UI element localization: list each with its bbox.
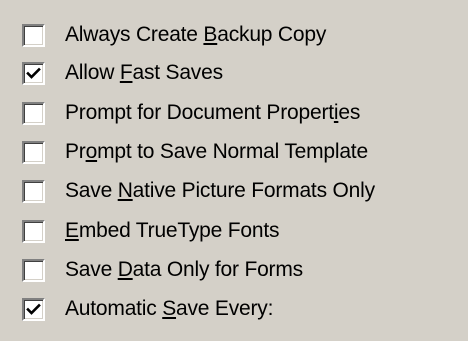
save-native-picture-formats-only-option[interactable]: Save Native Picture Formats Only — [22, 176, 375, 206]
automatic-save-every-option[interactable]: Automatic Save Every: — [22, 294, 273, 324]
save-native-picture-formats-only-checkbox[interactable] — [22, 179, 45, 203]
automatic-save-every-checkbox[interactable] — [22, 297, 45, 321]
prompt-to-save-normal-template-checkbox[interactable] — [22, 140, 45, 164]
save-options-panel: Always Create Backup Copy Allow Fast Sav… — [0, 0, 468, 341]
always-create-backup-copy-label: Always Create Backup Copy — [65, 23, 327, 46]
save-data-only-for-forms-option[interactable]: Save Data Only for Forms — [22, 255, 303, 285]
prompt-to-save-normal-template-option[interactable]: Prompt to Save Normal Template — [22, 137, 368, 167]
checkmark-icon — [26, 303, 41, 315]
prompt-to-save-normal-template-label: Prompt to Save Normal Template — [65, 140, 368, 163]
embed-truetype-fonts-option[interactable]: Embed TrueType Fonts — [22, 216, 279, 246]
always-create-backup-copy-option[interactable]: Always Create Backup Copy — [22, 20, 326, 50]
checkmark-icon — [26, 67, 41, 79]
allow-fast-saves-label: Allow Fast Saves — [65, 61, 223, 84]
prompt-for-document-properties-option[interactable]: Prompt for Document Properties — [22, 98, 360, 128]
always-create-backup-copy-checkbox[interactable] — [22, 23, 45, 47]
save-data-only-for-forms-label: Save Data Only for Forms — [65, 258, 303, 281]
automatic-save-every-label: Automatic Save Every: — [65, 297, 274, 320]
allow-fast-saves-option[interactable]: Allow Fast Saves — [22, 58, 223, 88]
save-data-only-for-forms-checkbox[interactable] — [22, 258, 45, 282]
allow-fast-saves-checkbox[interactable] — [22, 61, 45, 85]
save-native-picture-formats-only-label: Save Native Picture Formats Only — [65, 179, 375, 202]
prompt-for-document-properties-checkbox[interactable] — [22, 101, 45, 125]
embed-truetype-fonts-label: Embed TrueType Fonts — [65, 219, 280, 242]
prompt-for-document-properties-label: Prompt for Document Properties — [65, 101, 361, 124]
embed-truetype-fonts-checkbox[interactable] — [22, 219, 45, 243]
